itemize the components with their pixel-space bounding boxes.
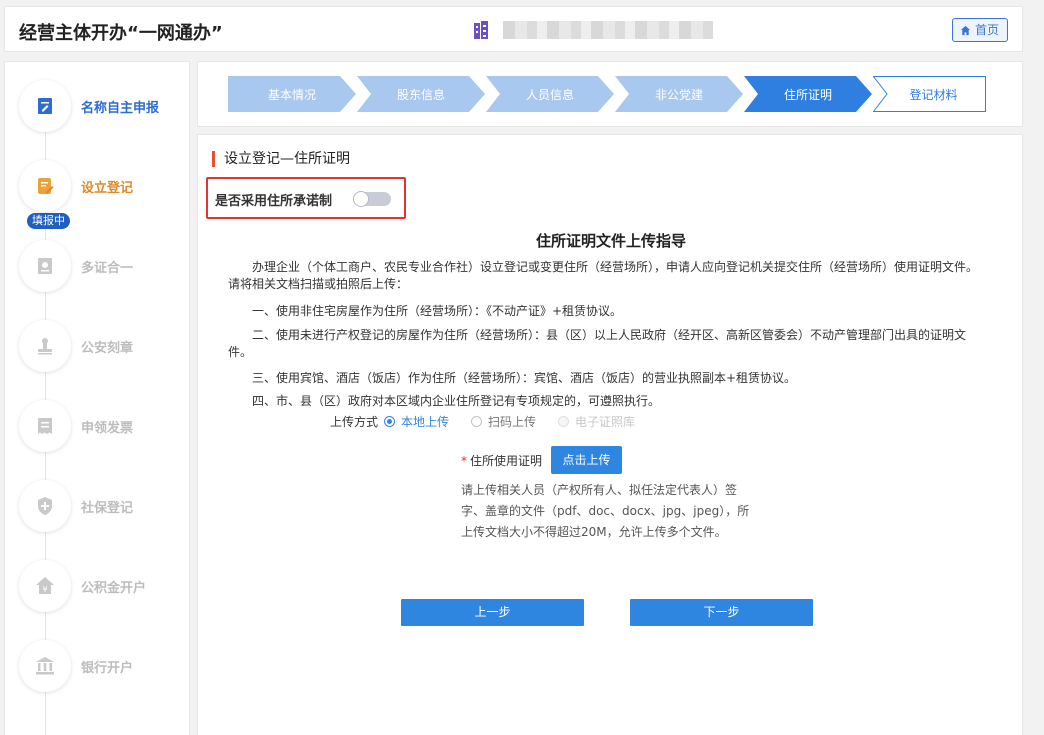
sidebar-item-bank-account[interactable]: 银行开户 — [19, 640, 189, 696]
step-party-building[interactable]: 非公党建 — [615, 76, 743, 112]
guide-item: 一、使用非住宅房屋作为住所（经营场所）：《不动产证》+租赁协议。 — [252, 304, 623, 318]
sidebar-item-icon-wrap — [19, 320, 71, 372]
sidebar-item-label: 银行开户 — [81, 661, 134, 676]
sidebar-item-establishment[interactable]: 设立登记 — [19, 160, 189, 216]
sidebar-item-police-seal[interactable]: 公安刻章 — [19, 320, 189, 376]
house-yuan-icon: ¥ — [36, 577, 54, 594]
radio-label: 电子证照库 — [575, 415, 636, 429]
step-shareholder-info[interactable]: 股东信息 — [357, 76, 485, 112]
process-sidebar: 名称自主申报 设立登记 填报中 多证合一 公安刻章 申领发票 社保登记 ¥ 公积… — [4, 61, 190, 735]
upload-hint: 请上传相关人员（产权所有人、拟任法定代表人）签 字、盖章的文件（pdf、doc、… — [461, 480, 761, 543]
header-bar: 经营主体开办“一网通办” 首页 — [4, 6, 1023, 52]
step-progress-bar: 基本情况 股东信息 人员信息 非公党建 住所证明 登记材料 — [197, 61, 1023, 127]
step-basic-info[interactable]: 基本情况 — [228, 76, 356, 112]
upload-method-group: 上传方式 本地上传 扫码上传 电子证照库 — [330, 413, 657, 430]
next-step-button[interactable]: 下一步 — [630, 599, 813, 626]
guide-item: 二、使用未进行产权登记的房屋作为住所（经营场所）：县（区）以上人民政府（经开区、… — [228, 328, 967, 359]
guide-title: 住所证明文件上传指导 — [535, 232, 686, 250]
step-residence-proof[interactable]: 住所证明 — [744, 76, 872, 112]
sidebar-item-icon-wrap: ¥ — [19, 560, 71, 612]
form-edit-icon — [38, 178, 54, 194]
guide-intro: 办理企业（个体工商户、农民专业合作社）设立登记或变更住所（经营场所），申请人应向… — [228, 260, 979, 291]
sidebar-item-icon-wrap — [19, 80, 71, 132]
sidebar-item-label: 多证合一 — [81, 261, 134, 276]
bank-icon — [36, 657, 54, 675]
residence-proof-field-label: * 住所使用证明 — [461, 452, 542, 469]
upload-hint-line: 请上传相关人员（产权所有人、拟任法定代表人）签 — [461, 483, 738, 497]
certificate-icon — [38, 258, 52, 274]
document-edit-icon — [38, 98, 52, 114]
promise-system-highlight: 是否采用住所承诺制 — [206, 177, 406, 219]
step-label: 人员信息 — [525, 87, 574, 102]
sidebar-item-name-declaration[interactable]: 名称自主申报 — [19, 80, 189, 136]
shield-icon — [38, 497, 52, 515]
sidebar-item-icon-wrap — [19, 640, 71, 692]
upload-hint-line: 上传文档大小不得超过20M，允许上传多个文件。 — [461, 525, 727, 539]
sidebar-item-icon-wrap — [19, 160, 71, 212]
step-label: 住所证明 — [783, 87, 832, 102]
radio-local-upload[interactable]: 本地上传 — [384, 413, 449, 430]
sidebar-item-label: 申领发票 — [81, 421, 134, 436]
sidebar-item-label: 设立登记 — [81, 181, 134, 196]
invoice-icon — [38, 418, 52, 434]
step-personnel-info[interactable]: 人员信息 — [486, 76, 614, 112]
toggle-knob — [353, 191, 369, 207]
home-icon — [960, 25, 971, 35]
sidebar-item-housing-fund[interactable]: ¥ 公积金开户 — [19, 560, 189, 616]
svg-text:¥: ¥ — [42, 585, 47, 594]
section-title: 设立登记—住所证明 — [212, 151, 350, 167]
sidebar-item-icon-wrap — [19, 240, 71, 292]
sidebar-item-label: 社保登记 — [81, 501, 134, 516]
radio-dot — [558, 416, 570, 427]
sidebar-item-label: 公积金开户 — [81, 581, 147, 596]
step-label: 基本情况 — [267, 87, 316, 102]
radio-dot — [471, 416, 483, 427]
app-title: 经营主体开办“一网通办” — [19, 23, 223, 44]
upload-method-label: 上传方式 — [330, 415, 379, 429]
filling-status-badge: 填报中 — [27, 213, 70, 229]
guide-item: 三、使用宾馆、酒店（饭店）作为住所（经营场所）：宾馆、酒店（饭店）的营业执照副本… — [252, 371, 797, 385]
home-button-label: 首页 — [974, 23, 999, 37]
main-content-panel: 设立登记—住所证明 是否采用住所承诺制 住所证明文件上传指导 办理企业（个体工商… — [197, 134, 1023, 735]
home-button[interactable]: 首页 — [951, 18, 1008, 42]
sidebar-item-icon-wrap — [19, 480, 71, 532]
radio-label: 本地上传 — [401, 415, 450, 429]
required-mark: * — [461, 454, 467, 468]
promise-system-label: 是否采用住所承诺制 — [215, 194, 333, 209]
radio-label: 扫码上传 — [488, 415, 537, 429]
sidebar-item-icon-wrap — [19, 400, 71, 452]
organization-name-redacted — [503, 21, 713, 39]
step-registration-materials[interactable]: 登记材料 — [873, 76, 986, 112]
step-label: 登记材料 — [909, 87, 958, 102]
sidebar-item-label: 名称自主申报 — [81, 101, 160, 116]
radio-e-license-library: 电子证照库 — [558, 413, 635, 430]
sidebar-item-label: 公安刻章 — [81, 341, 134, 356]
step-label: 股东信息 — [396, 87, 445, 102]
step-label: 非公党建 — [654, 87, 703, 102]
radio-scan-upload[interactable]: 扫码上传 — [471, 413, 536, 430]
sidebar-item-multi-cert[interactable]: 多证合一 — [19, 240, 189, 296]
building-icon — [474, 21, 488, 39]
upload-hint-line: 字、盖章的文件（pdf、doc、docx、jpg、jpeg），所 — [461, 504, 750, 518]
radio-dot — [384, 416, 396, 427]
click-upload-button[interactable]: 点击上传 — [551, 446, 622, 474]
guide-item: 四、市、县（区）政府对本区域内企业住所登记有专项规定的，可遵照执行。 — [252, 394, 661, 408]
cert-label-text: 住所使用证明 — [470, 454, 543, 468]
previous-step-button[interactable]: 上一步 — [401, 599, 584, 626]
promise-system-toggle[interactable] — [353, 191, 391, 207]
sidebar-item-social-security[interactable]: 社保登记 — [19, 480, 189, 536]
stamp-icon — [38, 338, 52, 355]
sidebar-item-invoice[interactable]: 申领发票 — [19, 400, 189, 456]
